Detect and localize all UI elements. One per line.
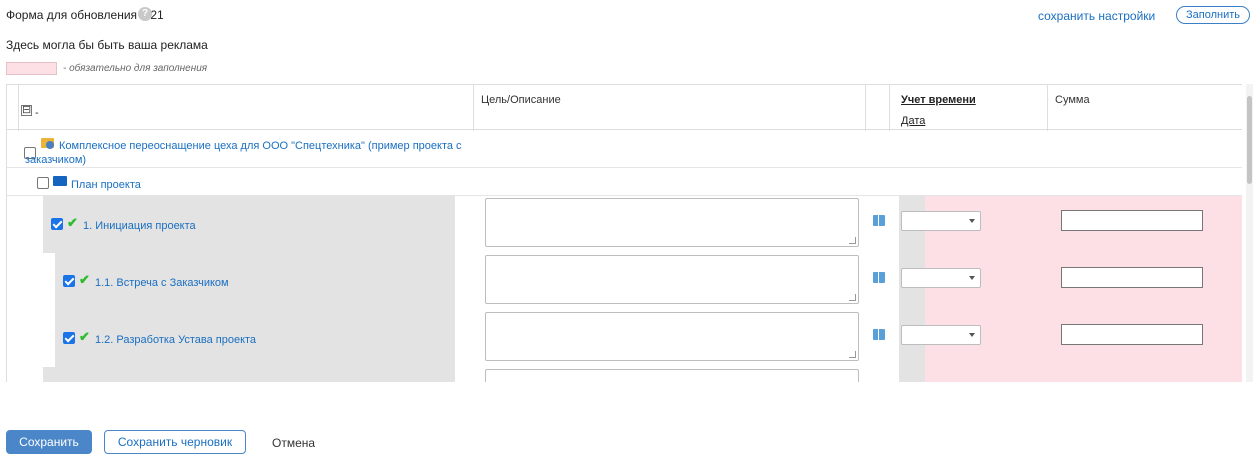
plan-row <box>7 168 1242 196</box>
task-required-cell <box>925 367 1242 382</box>
help-icon[interactable]: ? <box>138 7 152 21</box>
check-icon: ✔ <box>79 329 90 344</box>
check-icon: ✔ <box>79 272 90 287</box>
sum-input[interactable] <box>1061 267 1203 288</box>
task-checkbox[interactable] <box>51 218 63 230</box>
task-link[interactable]: 1.2. Разработка Устава проекта <box>95 334 256 346</box>
folder-icon <box>53 176 67 186</box>
book-icon[interactable] <box>873 215 885 226</box>
goal-textarea[interactable] <box>485 369 859 382</box>
project-link[interactable]: Комплексное переоснащение цеха для ООО "… <box>25 139 475 167</box>
plan-checkbox[interactable] <box>37 177 49 189</box>
sum-input[interactable] <box>1061 210 1203 231</box>
cancel-button[interactable]: Отмена <box>272 436 315 450</box>
check-icon: ✔ <box>67 215 78 230</box>
collapse-all-icon[interactable]: ⊟ <box>21 105 32 116</box>
column-sum-header: Сумма <box>1055 94 1090 106</box>
time-select[interactable] <box>901 268 981 288</box>
required-note: - обязательно для заполнения <box>63 63 208 74</box>
table-row: ✔ 1.1. Встреча с Заказчиком <box>43 253 1242 310</box>
task-checkbox[interactable] <box>63 275 75 287</box>
goal-textarea[interactable] <box>485 198 859 247</box>
save-button[interactable]: Сохранить <box>6 430 92 454</box>
column-date-header[interactable]: Дата <box>901 115 925 127</box>
save-draft-button[interactable]: Сохранить черновик <box>104 430 246 454</box>
column-time-header[interactable]: Учет времени <box>901 94 976 106</box>
sum-input[interactable] <box>1061 324 1203 345</box>
book-icon[interactable] <box>873 272 885 283</box>
task-link[interactable]: 1. Инициация проекта <box>83 220 196 232</box>
table-header: ⊟ - Цель/Описание Учет времени Дата Сумм… <box>7 84 1242 131</box>
header-cell-icon <box>866 85 890 131</box>
fill-button[interactable]: Заполнить <box>1176 6 1250 24</box>
column-goal-header: Цель/Описание <box>481 94 561 106</box>
header-spacer <box>7 85 19 131</box>
task-icon-cell <box>899 367 925 382</box>
header-cell-goal <box>474 85 866 131</box>
goal-textarea[interactable] <box>485 255 859 304</box>
table-row <box>43 367 1242 382</box>
task-checkbox[interactable] <box>63 332 75 344</box>
task-table: ⊟ - Цель/Описание Учет времени Дата Сумм… <box>6 84 1242 382</box>
time-select[interactable] <box>901 211 981 231</box>
book-icon[interactable] <box>873 329 885 340</box>
header-cell-sum <box>1048 85 1242 131</box>
header-cell-title <box>19 85 474 131</box>
scrollbar-thumb[interactable] <box>1247 96 1252 184</box>
required-color-swatch <box>6 62 57 75</box>
column-title-header: - <box>35 107 39 119</box>
goal-textarea[interactable] <box>485 312 859 361</box>
table-row: ✔ 1. Инициация проекта <box>43 196 1242 253</box>
ad-text: Здесь могла бы быть ваша реклама <box>6 38 208 52</box>
save-settings-link[interactable]: сохранить настройки <box>1038 9 1155 23</box>
time-select[interactable] <box>901 325 981 345</box>
task-title-cell <box>43 367 455 382</box>
table-row: ✔ 1.2. Разработка Устава проекта <box>43 310 1242 367</box>
plan-link[interactable]: План проекта <box>71 179 141 191</box>
task-link[interactable]: 1.1. Встреча с Заказчиком <box>95 277 229 289</box>
